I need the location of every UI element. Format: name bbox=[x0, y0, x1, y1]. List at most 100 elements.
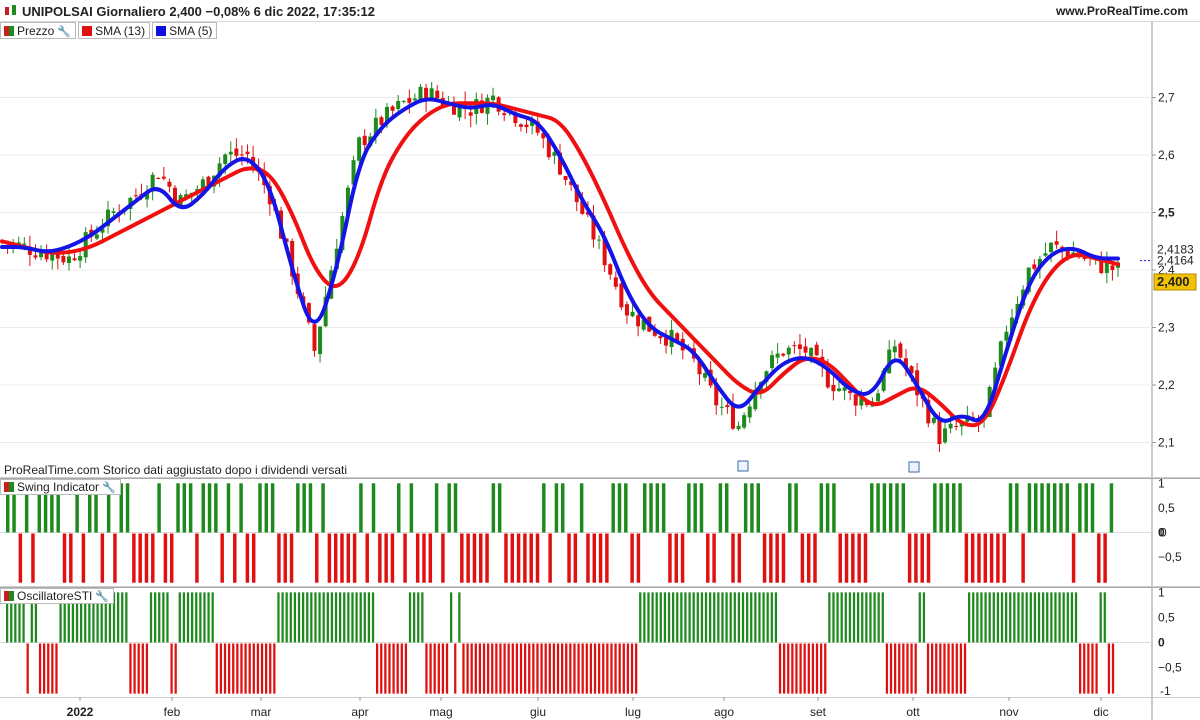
oscillator-bar bbox=[643, 592, 646, 643]
oscillator-bar bbox=[252, 643, 255, 694]
swing-bar bbox=[952, 483, 956, 533]
oscillator-bar bbox=[799, 643, 802, 694]
candle-body bbox=[502, 113, 507, 116]
oscillator-bar bbox=[1037, 592, 1041, 643]
oscillator-bar bbox=[717, 592, 720, 643]
candle-body bbox=[597, 239, 602, 241]
oscillator-bar bbox=[285, 592, 288, 643]
oscillator-bar bbox=[565, 643, 568, 694]
oscillator-bar bbox=[783, 643, 786, 694]
candle-body bbox=[228, 151, 233, 155]
candle-body bbox=[1054, 241, 1059, 245]
swing-bar bbox=[100, 533, 105, 583]
oscillator-bar bbox=[832, 592, 835, 643]
swing-bar bbox=[460, 533, 464, 583]
dividend-icon[interactable] bbox=[908, 461, 920, 473]
oscillator-bar bbox=[55, 643, 58, 694]
oscillator-bar bbox=[265, 643, 268, 694]
swing-bar bbox=[655, 483, 660, 533]
oscillator-bar bbox=[589, 643, 593, 694]
oscillator-bar bbox=[676, 592, 679, 643]
candle-body bbox=[94, 234, 99, 239]
swing-tick-label: −0,5 bbox=[1158, 550, 1182, 564]
oscillator-bar bbox=[741, 592, 745, 643]
oscillator-bar bbox=[129, 643, 132, 694]
oscillator-bar bbox=[207, 592, 210, 643]
swing-bar bbox=[378, 533, 382, 583]
oscillator-bar bbox=[269, 643, 272, 694]
candle-body bbox=[167, 181, 172, 187]
oscillator-bar bbox=[404, 643, 408, 694]
oscillator-bar bbox=[807, 643, 810, 694]
oscillator-bar bbox=[1083, 643, 1086, 694]
oscillator-bar bbox=[507, 643, 510, 694]
candle-body bbox=[1043, 253, 1048, 256]
price-tick-label: 2,5 bbox=[1158, 206, 1175, 220]
swing-bar bbox=[611, 483, 615, 533]
oscillator-bar bbox=[445, 643, 449, 694]
x-tick-label: dic bbox=[1093, 705, 1108, 719]
oscillator-bar bbox=[297, 592, 301, 643]
swing-bar bbox=[907, 533, 912, 583]
oscillator-bar bbox=[1058, 592, 1061, 643]
swing-bar bbox=[1008, 483, 1013, 533]
swing-bar bbox=[1065, 483, 1070, 533]
oscillator-bar bbox=[133, 643, 136, 694]
swing-bar bbox=[769, 533, 773, 583]
wrench-icon[interactable]: 🔧 bbox=[102, 481, 116, 494]
oscillator-bar bbox=[503, 643, 506, 694]
oscillator-bar bbox=[992, 592, 995, 643]
candle-body bbox=[658, 336, 663, 339]
swing-bar bbox=[327, 533, 332, 583]
oscillator-bar bbox=[951, 643, 954, 694]
dividend-icon[interactable] bbox=[737, 460, 749, 472]
oscillator-bar bbox=[1087, 643, 1090, 694]
oscillator-bar bbox=[376, 643, 379, 694]
oscillator-bar bbox=[355, 592, 358, 643]
oscillator-bar bbox=[811, 643, 815, 694]
swing-bar bbox=[510, 533, 515, 583]
swing-tick-label: 1 bbox=[1158, 476, 1165, 490]
wrench-icon[interactable]: 🔧 bbox=[95, 590, 109, 603]
oscillator-bar bbox=[931, 643, 934, 694]
swing-bar bbox=[321, 483, 325, 533]
oscillator-bar bbox=[540, 643, 543, 694]
oscillator-bar bbox=[750, 592, 753, 643]
oscillator-bar bbox=[433, 643, 436, 694]
candle-body bbox=[792, 345, 797, 347]
swing-bar bbox=[579, 483, 584, 533]
swing-bar bbox=[718, 483, 723, 533]
candle-body bbox=[831, 384, 836, 392]
candle-body bbox=[435, 90, 440, 99]
oscillator-bar bbox=[873, 592, 876, 643]
oscillator-bar bbox=[334, 592, 338, 643]
oscillator-bar bbox=[721, 592, 724, 643]
x-tick-label: nov bbox=[999, 705, 1018, 719]
oscillator-bar bbox=[487, 643, 490, 694]
swing-bar bbox=[138, 533, 142, 583]
swing-bar bbox=[813, 533, 817, 583]
swing-bar bbox=[188, 483, 193, 533]
candle-body bbox=[931, 417, 936, 423]
oscillator-last-badge: -1 bbox=[1160, 684, 1171, 698]
swing-bar bbox=[844, 533, 849, 583]
swing-bar bbox=[561, 483, 565, 533]
candle-body bbox=[608, 264, 613, 275]
swing-bar bbox=[31, 533, 35, 583]
oscillator-panel-label[interactable]: OscillatoreSTI 🔧 bbox=[0, 588, 115, 604]
x-tick-label: 2022 bbox=[67, 705, 94, 719]
oscillator-bar bbox=[655, 592, 658, 643]
oscillator-bar bbox=[762, 592, 765, 643]
oscillator-bar bbox=[869, 592, 872, 643]
candle-body bbox=[803, 346, 808, 353]
candle-body bbox=[1004, 331, 1009, 341]
oscillator-bar bbox=[696, 592, 699, 643]
swing-bar bbox=[674, 533, 678, 583]
swing-bar bbox=[617, 483, 622, 533]
oscillator-bar bbox=[688, 592, 691, 643]
swing-bar bbox=[756, 483, 760, 533]
swing-panel-label[interactable]: Swing Indicator 🔧 bbox=[0, 479, 121, 495]
candle-body bbox=[719, 406, 724, 408]
candle-body bbox=[619, 283, 624, 308]
price-chart[interactable]: 2,12,22,32,42,52,62,72,41832,41642,40020… bbox=[0, 0, 1200, 720]
